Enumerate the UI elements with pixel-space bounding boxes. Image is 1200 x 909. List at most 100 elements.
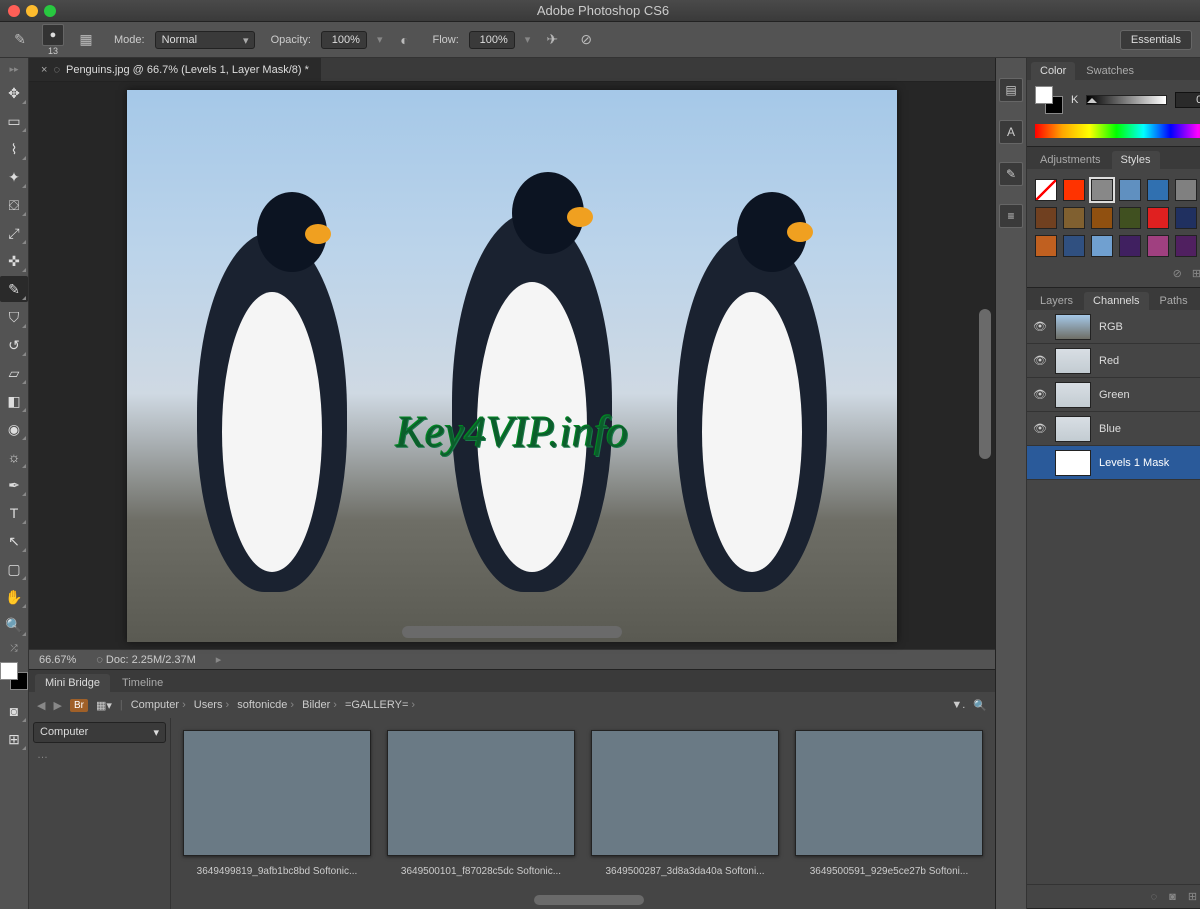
history-panel-icon[interactable]: ▤: [999, 78, 1023, 102]
quickmask-toggle[interactable]: ◙: [0, 698, 28, 724]
clear-style-icon[interactable]: ⊘: [1173, 267, 1182, 287]
type-tool[interactable]: T: [0, 500, 28, 526]
path-select-tool[interactable]: ↖: [0, 528, 28, 554]
style-swatch[interactable]: [1063, 207, 1085, 229]
channel-row[interactable]: 👁RGB⌘2: [1027, 310, 1200, 344]
patch-tool[interactable]: ✜: [0, 248, 28, 274]
close-tab-icon[interactable]: ×: [41, 64, 47, 76]
new-style-icon[interactable]: ⊞: [1192, 267, 1200, 287]
pen-tool[interactable]: ✒: [0, 472, 28, 498]
style-swatch[interactable]: [1035, 179, 1057, 201]
style-swatch[interactable]: [1175, 235, 1197, 257]
lasso-tool[interactable]: ⌇: [0, 136, 28, 162]
thumbnail-item[interactable]: 3649500287_3d8a3da40a Softoni...: [591, 730, 779, 877]
thumbnail-item[interactable]: 3649499819_9afb1bc8bd Softonic...: [183, 730, 371, 877]
channel-row[interactable]: 👁Red⌘3: [1027, 344, 1200, 378]
crop-tool[interactable]: ⛋: [0, 192, 28, 218]
visibility-toggle-icon[interactable]: 👁: [1033, 354, 1047, 367]
wand-tool[interactable]: ✦: [0, 164, 28, 190]
visibility-toggle-icon[interactable]: 👁: [1033, 422, 1047, 435]
flow-input[interactable]: 100%: [469, 31, 515, 49]
view-options-icon[interactable]: ▦▾: [96, 699, 112, 712]
swap-colors-icon[interactable]: ⤮: [10, 643, 17, 654]
dodge-tool[interactable]: ☼: [0, 444, 28, 470]
style-swatch[interactable]: [1091, 179, 1113, 201]
channel-row[interactable]: 👁Blue⌘5: [1027, 412, 1200, 446]
style-swatch[interactable]: [1091, 235, 1113, 257]
brush-tool-icon[interactable]: ✎: [8, 28, 32, 52]
style-swatch[interactable]: [1175, 207, 1197, 229]
properties-panel-icon[interactable]: ≡: [999, 204, 1023, 228]
channel-row[interactable]: 👁Green⌘4: [1027, 378, 1200, 412]
k-value-input[interactable]: 0: [1175, 92, 1200, 108]
tab-layers[interactable]: Layers: [1031, 292, 1082, 310]
eraser-tool[interactable]: ▱: [0, 360, 28, 386]
breadcrumb-item[interactable]: Computer: [131, 699, 186, 711]
status-menu-icon[interactable]: ▸: [216, 653, 222, 666]
visibility-toggle-icon[interactable]: 👁: [1033, 320, 1047, 333]
hand-tool[interactable]: ✋: [0, 584, 28, 610]
tab-paths[interactable]: Paths: [1151, 292, 1197, 310]
breadcrumb-item[interactable]: =GALLERY=: [345, 699, 415, 711]
move-tool[interactable]: ✥: [0, 80, 28, 106]
close-icon[interactable]: [8, 5, 20, 17]
nav-forward-icon[interactable]: ▶: [53, 699, 61, 712]
breadcrumb-item[interactable]: Users: [194, 699, 229, 711]
workspace-switcher[interactable]: Essentials: [1120, 30, 1192, 50]
collapse-icon[interactable]: ▸▸: [9, 64, 18, 75]
thumbnail-item[interactable]: 3649500591_929e5ce27b Softoni...: [795, 730, 983, 877]
style-swatch[interactable]: [1119, 179, 1141, 201]
canvas-viewport[interactable]: Key4VIP.info: [29, 82, 995, 649]
breadcrumb-item[interactable]: softonicde: [237, 699, 294, 711]
screen-mode-toggle[interactable]: ⊞: [0, 726, 28, 752]
style-swatch[interactable]: [1147, 235, 1169, 257]
thumb-h-scrollbar[interactable]: [534, 895, 644, 905]
document-tab[interactable]: × ◌ Penguins.jpg @ 66.7% (Levels 1, Laye…: [29, 58, 321, 81]
blend-mode-select[interactable]: Normal: [155, 31, 255, 49]
filter-icon[interactable]: ▼.: [951, 699, 965, 711]
tab-color[interactable]: Color: [1031, 62, 1075, 80]
tab-channels[interactable]: Channels: [1084, 292, 1148, 310]
history-brush-tool[interactable]: ↺: [0, 332, 28, 358]
eyedropper-tool[interactable]: ⤢: [0, 220, 28, 246]
style-swatch[interactable]: [1063, 179, 1085, 201]
style-swatch[interactable]: [1119, 235, 1141, 257]
gradient-tool[interactable]: ◧: [0, 388, 28, 414]
opacity-input[interactable]: 100%: [321, 31, 367, 49]
canvas-v-scrollbar[interactable]: [979, 309, 991, 459]
channel-row[interactable]: Levels 1 Mask⌘\: [1027, 446, 1200, 480]
brushes-panel-icon[interactable]: ✎: [999, 162, 1023, 186]
minimize-icon[interactable]: [26, 5, 38, 17]
zoom-icon[interactable]: [44, 5, 56, 17]
style-swatch[interactable]: [1035, 207, 1057, 229]
zoom-level[interactable]: 66.67%: [39, 654, 76, 666]
load-selection-icon[interactable]: ◌: [1151, 891, 1158, 903]
airbrush-icon[interactable]: ✈: [540, 28, 564, 52]
tab-adjustments[interactable]: Adjustments: [1031, 151, 1110, 169]
marquee-tool[interactable]: ▭: [0, 108, 28, 134]
character-panel-icon[interactable]: A: [999, 120, 1023, 144]
style-swatch[interactable]: [1147, 179, 1169, 201]
zoom-tool[interactable]: 🔍: [0, 612, 28, 638]
bridge-badge[interactable]: Br: [70, 699, 88, 712]
visibility-toggle-icon[interactable]: 👁: [1033, 388, 1047, 401]
thumbnail-item[interactable]: 3649500101_f87028c5dc Softonic...: [387, 730, 575, 877]
nav-back-icon[interactable]: ◀: [37, 699, 45, 712]
brush-panel-toggle-icon[interactable]: ▦: [74, 28, 98, 52]
location-select[interactable]: Computer▾: [33, 722, 166, 743]
style-swatch[interactable]: [1063, 235, 1085, 257]
breadcrumb-item[interactable]: Bilder: [302, 699, 337, 711]
stamp-tool[interactable]: ⛉: [0, 304, 28, 330]
canvas-h-scrollbar[interactable]: [402, 626, 622, 638]
tab-swatches[interactable]: Swatches: [1077, 62, 1143, 80]
color-swatches[interactable]: [0, 662, 28, 690]
tab-timeline[interactable]: Timeline: [112, 674, 173, 692]
tab-styles[interactable]: Styles: [1112, 151, 1160, 169]
k-slider[interactable]: [1086, 95, 1167, 105]
brush-preset[interactable]: ● 13: [42, 24, 64, 56]
canvas[interactable]: Key4VIP.info: [127, 90, 897, 642]
color-swatch-pair[interactable]: [1035, 86, 1063, 114]
brush-tool[interactable]: ✎: [0, 276, 28, 302]
tab-mini-bridge[interactable]: Mini Bridge: [35, 674, 110, 692]
save-selection-icon[interactable]: ◙: [1169, 891, 1176, 903]
